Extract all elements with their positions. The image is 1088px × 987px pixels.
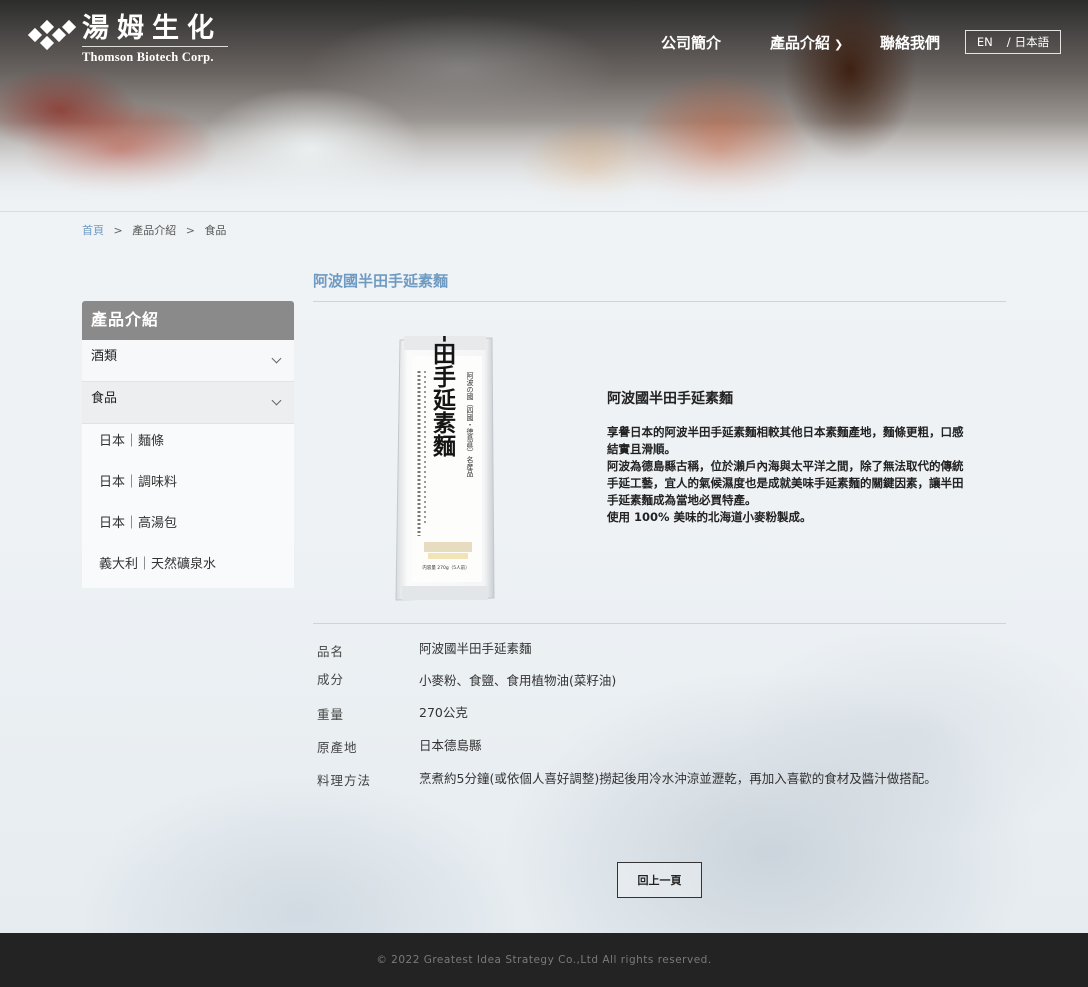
product-description: 阿波國半田手延素麵 享譽日本的阿波半田手延素麵相較其他日本素麵產地，麵條更粗，口… bbox=[607, 388, 967, 526]
breadcrumb-home[interactable]: 首頁 bbox=[82, 224, 104, 237]
spec-value: 270公克 bbox=[419, 705, 468, 720]
spec-value: 日本德島縣 bbox=[419, 738, 482, 753]
nav-item-products[interactable]: 產品介紹 ❯ bbox=[770, 32, 843, 53]
sidebar-item-mineral-water[interactable]: 義大利｜天然礦泉水 bbox=[82, 547, 294, 588]
breadcrumb: 首頁 > 產品介紹 > 食品 bbox=[82, 222, 226, 238]
chevron-down-icon bbox=[271, 395, 282, 406]
lang-jp-link[interactable]: 日本語 bbox=[1015, 34, 1050, 50]
spec-row: 原產地 日本德島縣 bbox=[317, 734, 957, 767]
nav-item-contact[interactable]: 聯絡我們 bbox=[880, 32, 940, 53]
spec-value: 烹煮約5分鐘(或依個人喜好調整)撈起後用冷水沖涼並瀝乾，再加入喜歡的食材及醬汁做… bbox=[419, 771, 937, 786]
spec-table: 品名 阿波國半田手延素麵 成分 小麥粉、食鹽、食用植物油(菜籽油) 重量 270… bbox=[317, 637, 957, 790]
breadcrumb-food[interactable]: 食品 bbox=[204, 224, 226, 237]
description-paragraph: 享譽日本的阿波半田手延素麵相較其他日本素麵產地，麵條更粗，口感結實且滑順。 bbox=[607, 425, 964, 456]
main-nav: 公司簡介 產品介紹 ❯ 聯絡我們 EN / 日本語 bbox=[0, 30, 1088, 56]
lang-separator: / bbox=[1006, 35, 1011, 49]
language-switcher: EN / 日本語 bbox=[965, 30, 1061, 54]
spec-row: 重量 270公克 bbox=[317, 701, 957, 734]
nav-item-about[interactable]: 公司簡介 bbox=[661, 32, 721, 53]
specs-divider bbox=[313, 623, 1006, 624]
sidebar-submenu: 日本｜麵條 日本｜調味料 日本｜高湯包 義大利｜天然礦泉水 bbox=[82, 424, 294, 588]
sidebar-item-seasoning[interactable]: 日本｜調味料 bbox=[82, 465, 294, 506]
chevron-down-icon: ❯ bbox=[834, 38, 844, 51]
back-button[interactable]: 回上一頁 bbox=[617, 862, 702, 898]
spec-row: 品名 阿波國半田手延素麵 bbox=[317, 637, 957, 669]
chevron-down-icon bbox=[271, 353, 282, 364]
spec-label: 原產地 bbox=[317, 740, 358, 755]
spec-label: 料理方法 bbox=[317, 773, 372, 788]
sidebar-category-label: 食品 bbox=[91, 391, 118, 406]
sidebar: 產品介紹 酒類 食品 日本｜麵條 日本｜調味料 日本｜高湯包 義大利｜天然礦泉水 bbox=[82, 301, 294, 588]
spec-value: 阿波國半田手延素麵 bbox=[419, 641, 532, 656]
spec-label: 成分 bbox=[317, 672, 345, 687]
package-weight-text: 内容量 270g（5人前） bbox=[422, 564, 469, 571]
description-title: 阿波國半田手延素麵 bbox=[607, 391, 733, 407]
product-image: 半田手延素麵 阿波の國（四國・徳島県）名産品 内容量 270g（5人前） bbox=[395, 336, 495, 601]
sidebar-title: 產品介紹 bbox=[82, 301, 294, 340]
sidebar-category-food[interactable]: 食品 bbox=[82, 382, 294, 424]
sidebar-item-noodles[interactable]: 日本｜麵條 bbox=[82, 424, 294, 465]
sidebar-category-label: 酒類 bbox=[91, 349, 118, 364]
description-paragraph: 使用 100% 美味的北海道小麥粉製成。 bbox=[607, 510, 812, 524]
spec-label: 重量 bbox=[317, 707, 345, 722]
spec-value: 小麥粉、食鹽、食用植物油(菜籽油) bbox=[419, 673, 617, 688]
title-divider bbox=[313, 301, 1006, 302]
footer: © 2022 Greatest Idea Strategy Co.,Ltd Al… bbox=[0, 933, 1088, 987]
sidebar-category-liquor[interactable]: 酒類 bbox=[82, 340, 294, 382]
description-paragraph: 阿波為德島縣古稱，位於瀨戶內海與太平洋之間，除了無法取代的傳統手延工藝，宜人的氣… bbox=[607, 459, 964, 507]
lang-en-link[interactable]: EN bbox=[977, 35, 993, 49]
breadcrumb-separator: > bbox=[185, 224, 195, 237]
spec-row: 料理方法 烹煮約5分鐘(或依個人喜好調整)撈起後用冷水沖涼並瀝乾，再加入喜歡的食… bbox=[317, 767, 957, 790]
spec-label: 品名 bbox=[317, 644, 345, 659]
breadcrumb-products[interactable]: 產品介紹 bbox=[132, 224, 176, 237]
breadcrumb-separator: > bbox=[113, 224, 123, 237]
package-title: 半田手延素麵 bbox=[429, 336, 458, 458]
package-origin-text: 阿波の國（四國・徳島県）名産品 bbox=[466, 371, 474, 478]
page-title: 阿波國半田手延素麵 bbox=[313, 272, 449, 290]
nav-label: 公司簡介 bbox=[661, 34, 722, 52]
copyright: © 2022 Greatest Idea Strategy Co.,Ltd Al… bbox=[376, 954, 712, 966]
spec-row: 成分 小麥粉、食鹽、食用植物油(菜籽油) bbox=[317, 669, 957, 701]
nav-label: 產品介紹 bbox=[770, 34, 831, 52]
sidebar-item-broth[interactable]: 日本｜高湯包 bbox=[82, 506, 294, 547]
nav-label: 聯絡我們 bbox=[880, 34, 941, 52]
